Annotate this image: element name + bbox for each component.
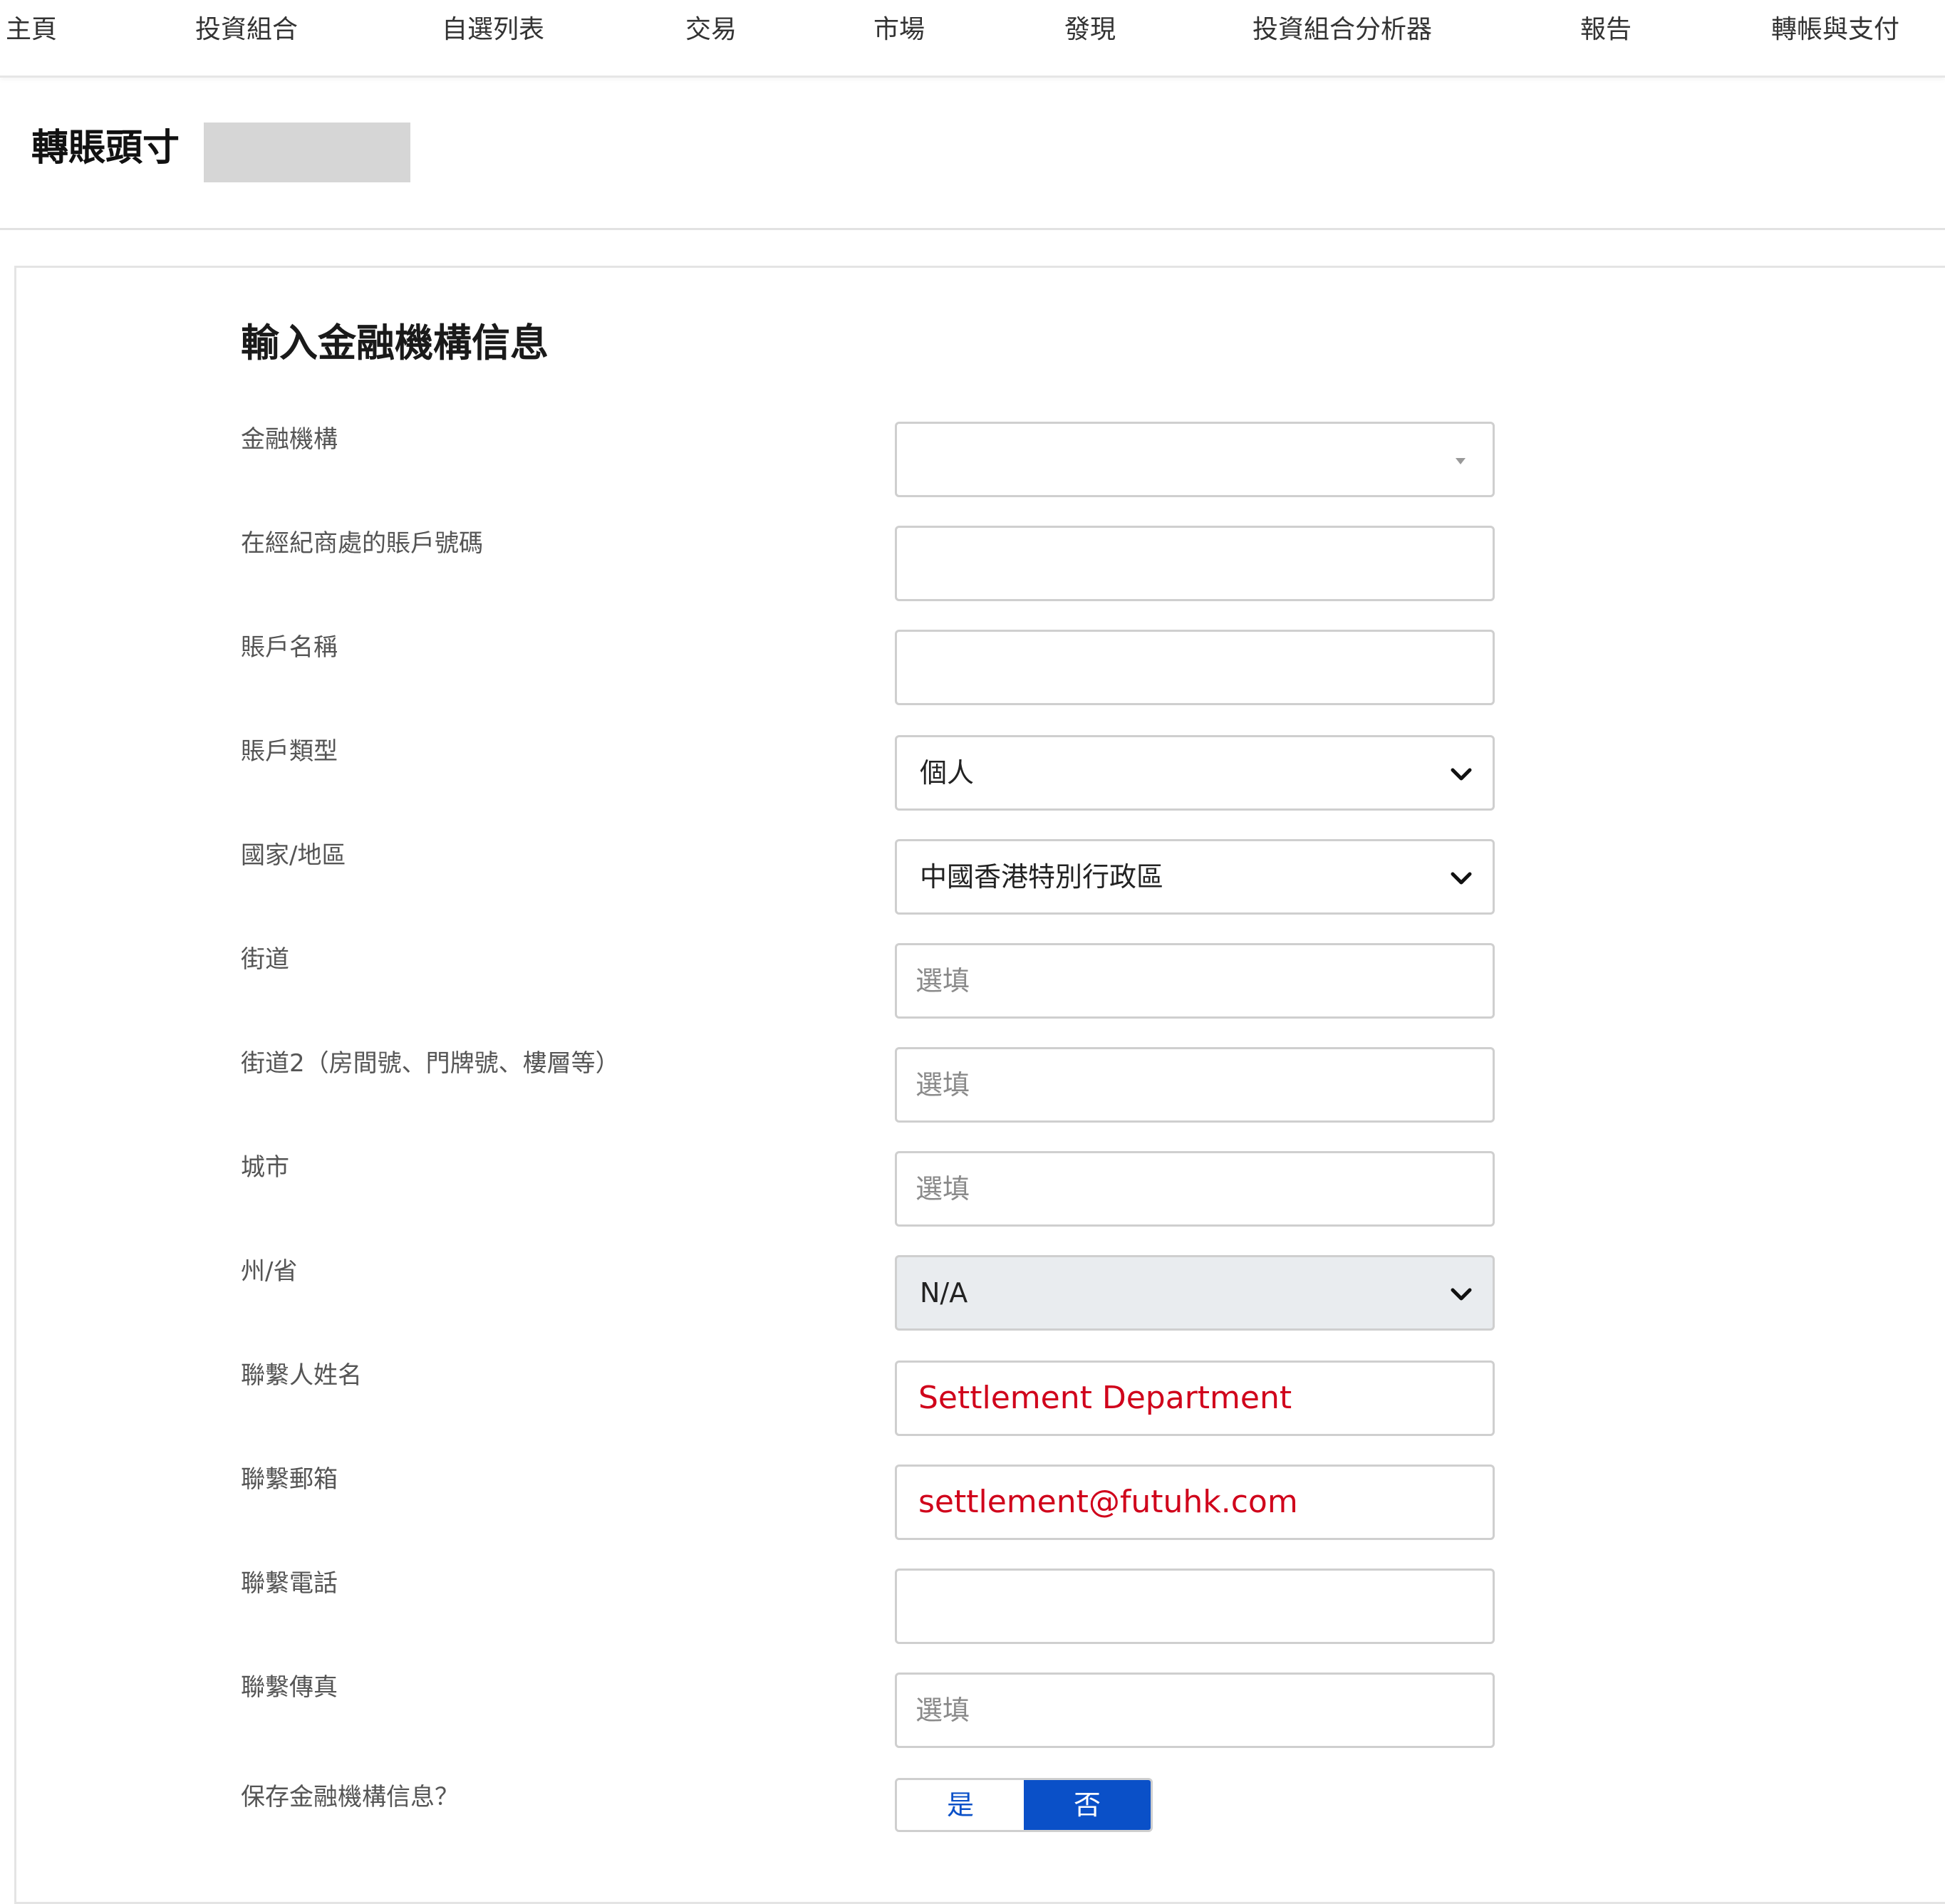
label-financial-institution: 金融機構 [241,425,338,454]
label-city: 城市 [241,1153,289,1182]
chevron-down-icon [1451,768,1472,781]
nav-market[interactable]: 市場 [873,10,925,50]
nav-transfer-pay[interactable]: 轉帳與支付 [1771,10,1899,50]
label-account-type: 賬戶類型 [241,737,338,766]
contact-fax-input[interactable]: 選填 [895,1672,1495,1748]
label-contact-fax: 聯繫傳真 [241,1673,338,1702]
contact-name-input[interactable]: Settlement Department [895,1361,1495,1436]
label-broker-account-number: 在經紀商處的賬戶號碼 [241,529,483,558]
contact-email-input[interactable]: settlement@futuhk.com [895,1465,1495,1540]
save-no-button[interactable]: 否 [1024,1780,1151,1830]
page-title: 轉賬頭寸 [31,127,180,170]
form-title: 輸入金融機構信息 [241,321,549,365]
nav-trade[interactable]: 交易 [685,10,737,50]
contact-phone-input[interactable] [895,1569,1495,1644]
top-navigation: 主頁 投資組合 自選列表 交易 市場 發現 投資組合分析器 報告 轉帳與支付 [0,0,1945,78]
city-input[interactable]: 選填 [895,1151,1495,1227]
caret-down-icon [1456,458,1466,464]
street-2-placeholder: 選填 [916,1069,970,1101]
nav-discover[interactable]: 發現 [1064,10,1116,50]
label-account-name: 賬戶名稱 [241,633,338,662]
nav-portfolio[interactable]: 投資組合 [195,10,298,50]
redacted-account-block [204,123,410,182]
account-name-input[interactable] [895,630,1495,705]
street-2-input[interactable]: 選填 [895,1047,1495,1123]
label-contact-email: 聯繫郵箱 [241,1465,338,1494]
nav-reports[interactable]: 報告 [1580,10,1632,50]
contact-name-value: Settlement Department [918,1380,1292,1416]
state-province-value: N/A [920,1277,968,1309]
chevron-down-icon [1451,872,1472,885]
label-contact-name: 聯繫人姓名 [241,1361,362,1390]
label-street: 街道 [241,945,289,974]
street-placeholder: 選填 [916,965,970,997]
contact-email-value: settlement@futuhk.com [918,1484,1298,1520]
state-province-select: N/A [895,1255,1495,1331]
label-state-province: 州/省 [241,1257,298,1286]
broker-account-number-input[interactable] [895,526,1495,601]
country-region-select[interactable]: 中國香港特別行政區 [895,839,1495,915]
save-yes-button[interactable]: 是 [897,1780,1024,1830]
chevron-down-icon [1451,1288,1472,1301]
label-street-2: 街道2（房間號、門牌號、樓層等） [241,1049,620,1078]
financial-institution-select[interactable] [895,422,1495,497]
street-input[interactable]: 選填 [895,943,1495,1019]
city-placeholder: 選填 [916,1173,970,1205]
nav-home[interactable]: 主頁 [6,10,57,50]
label-save-institution: 保存金融機構信息？ [241,1783,459,1811]
label-contact-phone: 聯繫電話 [241,1569,338,1598]
account-type-select[interactable]: 個人 [895,735,1495,811]
nav-portfolio-analyst[interactable]: 投資組合分析器 [1252,10,1432,50]
contact-fax-placeholder: 選填 [916,1695,970,1726]
account-type-value: 個人 [920,757,975,789]
header-divider [0,228,1945,230]
country-region-value: 中國香港特別行政區 [920,861,1164,893]
label-country-region: 國家/地區 [241,841,346,870]
save-institution-toggle: 是 否 [895,1778,1153,1832]
nav-watchlist[interactable]: 自選列表 [442,10,544,50]
